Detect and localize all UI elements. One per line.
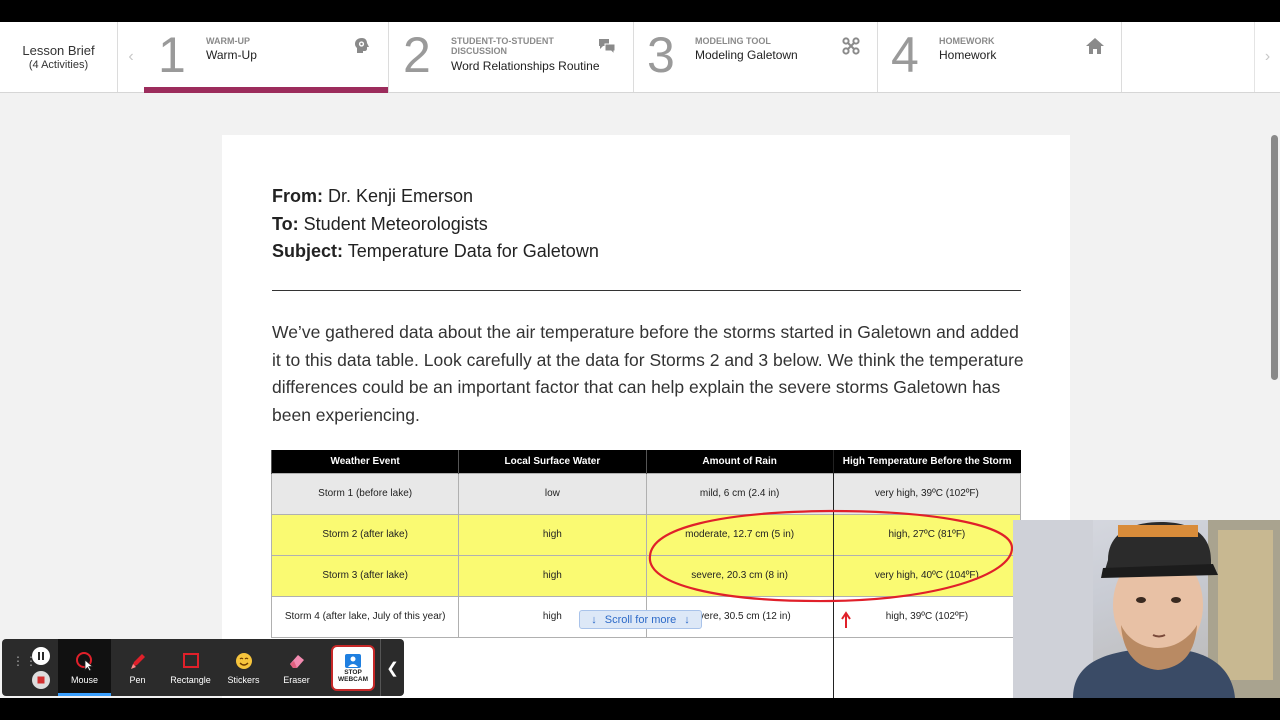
table-header-row: Weather Event Local Surface Water Amount… [270,450,1021,473]
presenter-video-image [1013,520,1280,698]
table-cell: severe, 20.3 cm (8 in) [645,554,834,597]
table-cell: Storm 4 (after lake, July of this year) [270,595,460,638]
tab-title: Homework [939,48,997,62]
tab-title: Modeling Galetown [695,48,798,62]
pen-tool-button[interactable]: Pen [111,639,164,696]
eraser-icon [289,655,304,668]
lesson-brief-title: Lesson Brief [22,43,95,58]
arrow-down-icon: ↓ [684,613,690,626]
table-header-cell: High Temperature Before the Storm [832,450,1021,473]
tab-number: 3 [647,27,675,83]
tool-label: Rectangle [170,675,211,685]
eraser-tool-button[interactable]: Eraser [270,639,323,696]
pause-icon [38,652,44,660]
table-cell: mild, 6 cm (2.4 in) [645,472,834,515]
activity-nav: Lesson Brief (4 Activities) ‹ 1 WARM-UP … [0,22,1280,93]
pen-icon [130,654,145,669]
table-header-cell: Weather Event [270,450,459,473]
table-cell: high, 27ºC (81ºF) [832,513,1022,556]
tool-label: Eraser [283,675,310,685]
table-cell: very high, 40ºC (104ºF) [832,554,1022,597]
tool-label: Stickers [227,675,260,685]
tab-category: WARM-UP [206,36,250,46]
table-header-cell: Amount of Rain [645,450,834,473]
tab-number: 2 [403,27,431,83]
table-cell: very high, 39ºC (102ºF) [832,472,1022,515]
tab-homework[interactable]: 4 HOMEWORK Homework [877,22,1122,92]
tab-student-discussion[interactable]: 2 STUDENT-TO-STUDENT DISCUSSION Word Rel… [389,22,634,92]
sticker-emoji-icon [235,653,252,669]
table-row-highlighted: Storm 3 (after lake) high severe, 20.3 c… [270,554,1022,597]
tab-category: STUDENT-TO-STUDENT DISCUSSION [451,36,554,56]
table-cell: low [458,472,647,515]
memo-from-value: Dr. Kenji Emerson [328,186,474,206]
stop-icon [37,676,45,684]
nodes-icon [842,37,860,55]
webcam-video [1013,520,1280,698]
table-cell: Storm 2 (after lake) [270,513,460,556]
drag-handle-icon[interactable]: ⋮⋮ [12,655,37,675]
table-cell: Storm 1 (before lake) [270,472,460,515]
table-cell: high [458,554,647,597]
rectangle-tool-button[interactable]: Rectangle [164,639,217,696]
mouse-cursor-icon [75,652,94,671]
memo-body: We’ve gathered data about the air temper… [272,322,1024,425]
lesson-brief-button[interactable]: Lesson Brief (4 Activities) [0,22,118,92]
webcam-icon [345,654,361,668]
tab-category: MODELING TOOL [695,36,771,46]
memo-to-label: To: [272,213,299,234]
stop-recording-button[interactable] [32,671,50,689]
home-icon [1086,38,1104,54]
memo-to-value: Student Meteorologists [303,213,488,234]
collapse-toolbar-chevron-icon[interactable]: ❮ [380,639,404,696]
tool-label: Pen [129,675,146,685]
pause-button[interactable] [32,647,50,665]
tab-modeling-tool[interactable]: 3 MODELING TOOL Modeling Galetown [633,22,878,92]
tab-number: 1 [158,27,186,83]
webcam-label: STOP WEBCAM [338,669,368,683]
memo-header: From: Dr. Kenji Emerson To: Student Mete… [272,183,599,266]
arrow-down-icon: ↓ [591,613,597,626]
scrollbar-thumb[interactable] [1271,135,1278,380]
divider [272,290,1021,291]
nav-next-arrow-icon[interactable]: › [1254,22,1280,92]
tab-title: Word Relationships Routine [451,59,600,73]
memo-subject-value: Temperature Data for Galetown [347,241,599,261]
stop-webcam-button[interactable]: STOP WEBCAM [331,645,375,691]
table-header-cell: Local Surface Water [458,450,646,473]
table-cell: high, 39ºC (102ºF) [832,595,1022,638]
activity-card: From: Dr. Kenji Emerson To: Student Mete… [222,135,1070,698]
tab-warm-up[interactable]: 1 WARM-UP Warm-Up [144,22,389,93]
table-cell: Storm 3 (after lake) [270,554,460,597]
rectangle-icon [182,653,199,668]
stickers-tool-button[interactable]: Stickers [217,639,270,696]
nav-prev-arrow-icon[interactable]: ‹ [118,22,144,92]
scroll-for-more-button[interactable]: ↓ Scroll for more ↓ [579,610,702,629]
table-cell: high [458,513,647,556]
tab-title: Warm-Up [206,48,257,62]
memo-subject-label: Subject: [272,241,344,261]
table-row: Storm 1 (before lake) low mild, 6 cm (2.… [270,472,1022,515]
memo-from-label: From: [272,186,323,206]
tab-number: 4 [891,27,919,83]
tab-category: HOMEWORK [939,36,995,46]
recording-toolbar: ⋮⋮ Mouse Pen Rectangle Stickers Eraser S… [2,639,404,696]
tool-label: Mouse [70,675,98,685]
table-cell: moderate, 12.7 cm (5 in) [645,513,834,556]
chat-bubbles-icon [599,39,616,56]
lesson-brief-subtitle: (4 Activities) [28,59,89,71]
scroll-hint-label: Scroll for more [604,613,677,626]
table-row-highlighted: Storm 2 (after lake) high moderate, 12.7… [270,513,1022,556]
mouse-tool-button[interactable]: Mouse [58,639,111,696]
brain-icon [355,38,369,53]
column-divider [833,450,834,698]
screen: Lesson Brief (4 Activities) ‹ 1 WARM-UP … [0,0,1280,720]
